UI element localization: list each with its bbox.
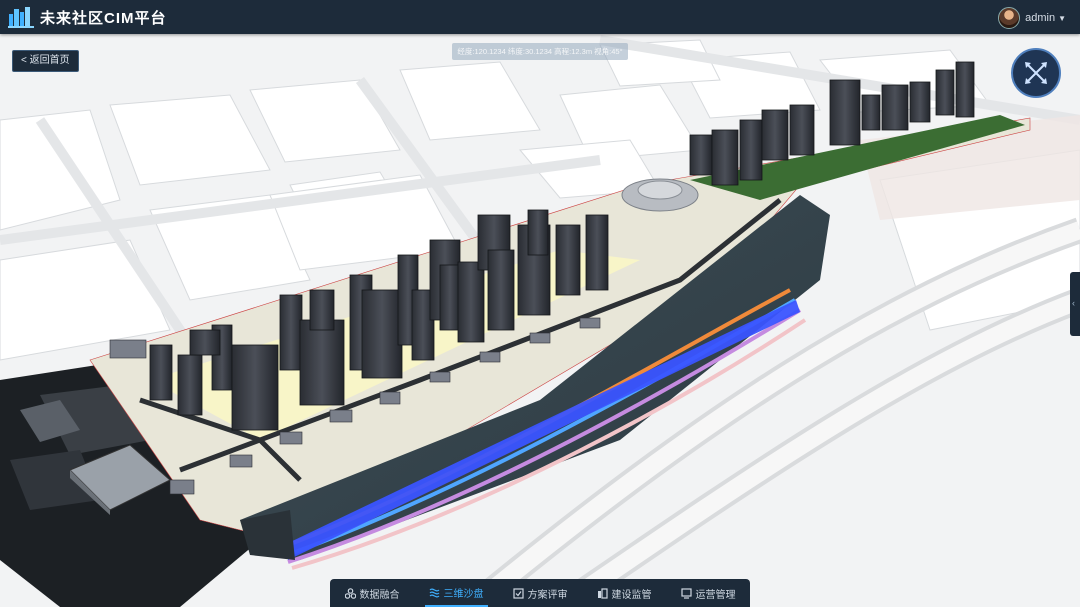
tab-label: 三维沙盘 [443, 588, 484, 600]
tab-label: 运营管理 [695, 589, 736, 601]
tab-plan-review[interactable]: 方案评审 [509, 579, 572, 607]
tab-label: 建设监管 [611, 589, 652, 601]
compass-icon [1025, 62, 1047, 84]
data-fusion-icon [344, 587, 356, 599]
app-title: 未来社区CIM平台 [40, 9, 167, 27]
chevron-left-icon: ‹ [1072, 298, 1075, 308]
tab-3d-sandbox[interactable]: 三维沙盘 [424, 579, 488, 607]
tab-label: 数据融合 [359, 589, 400, 601]
operation-icon [680, 587, 692, 599]
tab-data-fusion[interactable]: 数据融合 [341, 579, 404, 607]
coordinate-readout: 经度:120.1234 纬度:30.1234 高程:12.3m 视角:45° [452, 43, 628, 60]
bottom-toolbar: 数据融合 三维沙盘 方案评审 建设监管 运营管理 [330, 579, 750, 607]
tab-operation[interactable]: 运营管理 [677, 579, 740, 607]
avatar[interactable] [998, 7, 1021, 29]
plan-review-icon [512, 587, 524, 599]
top-bar: 未来社区CIM平台 admin ▼ [0, 0, 1080, 34]
city-logo-icon [8, 7, 34, 28]
tab-label: 方案评审 [527, 589, 568, 601]
compass-control[interactable] [1011, 48, 1061, 98]
tab-construction[interactable]: 建设监管 [593, 579, 656, 607]
back-button[interactable]: < 返回首页 [12, 50, 79, 72]
user-menu[interactable]: admin ▼ [998, 7, 1066, 29]
username[interactable]: admin [1025, 12, 1055, 24]
3d-sandbox-icon [429, 588, 439, 597]
construction-icon [597, 587, 608, 599]
chevron-down-icon[interactable]: ▼ [1058, 14, 1066, 23]
side-panel-toggle[interactable]: ‹ [1070, 272, 1080, 336]
3d-scene-viewport[interactable] [0, 34, 1080, 607]
